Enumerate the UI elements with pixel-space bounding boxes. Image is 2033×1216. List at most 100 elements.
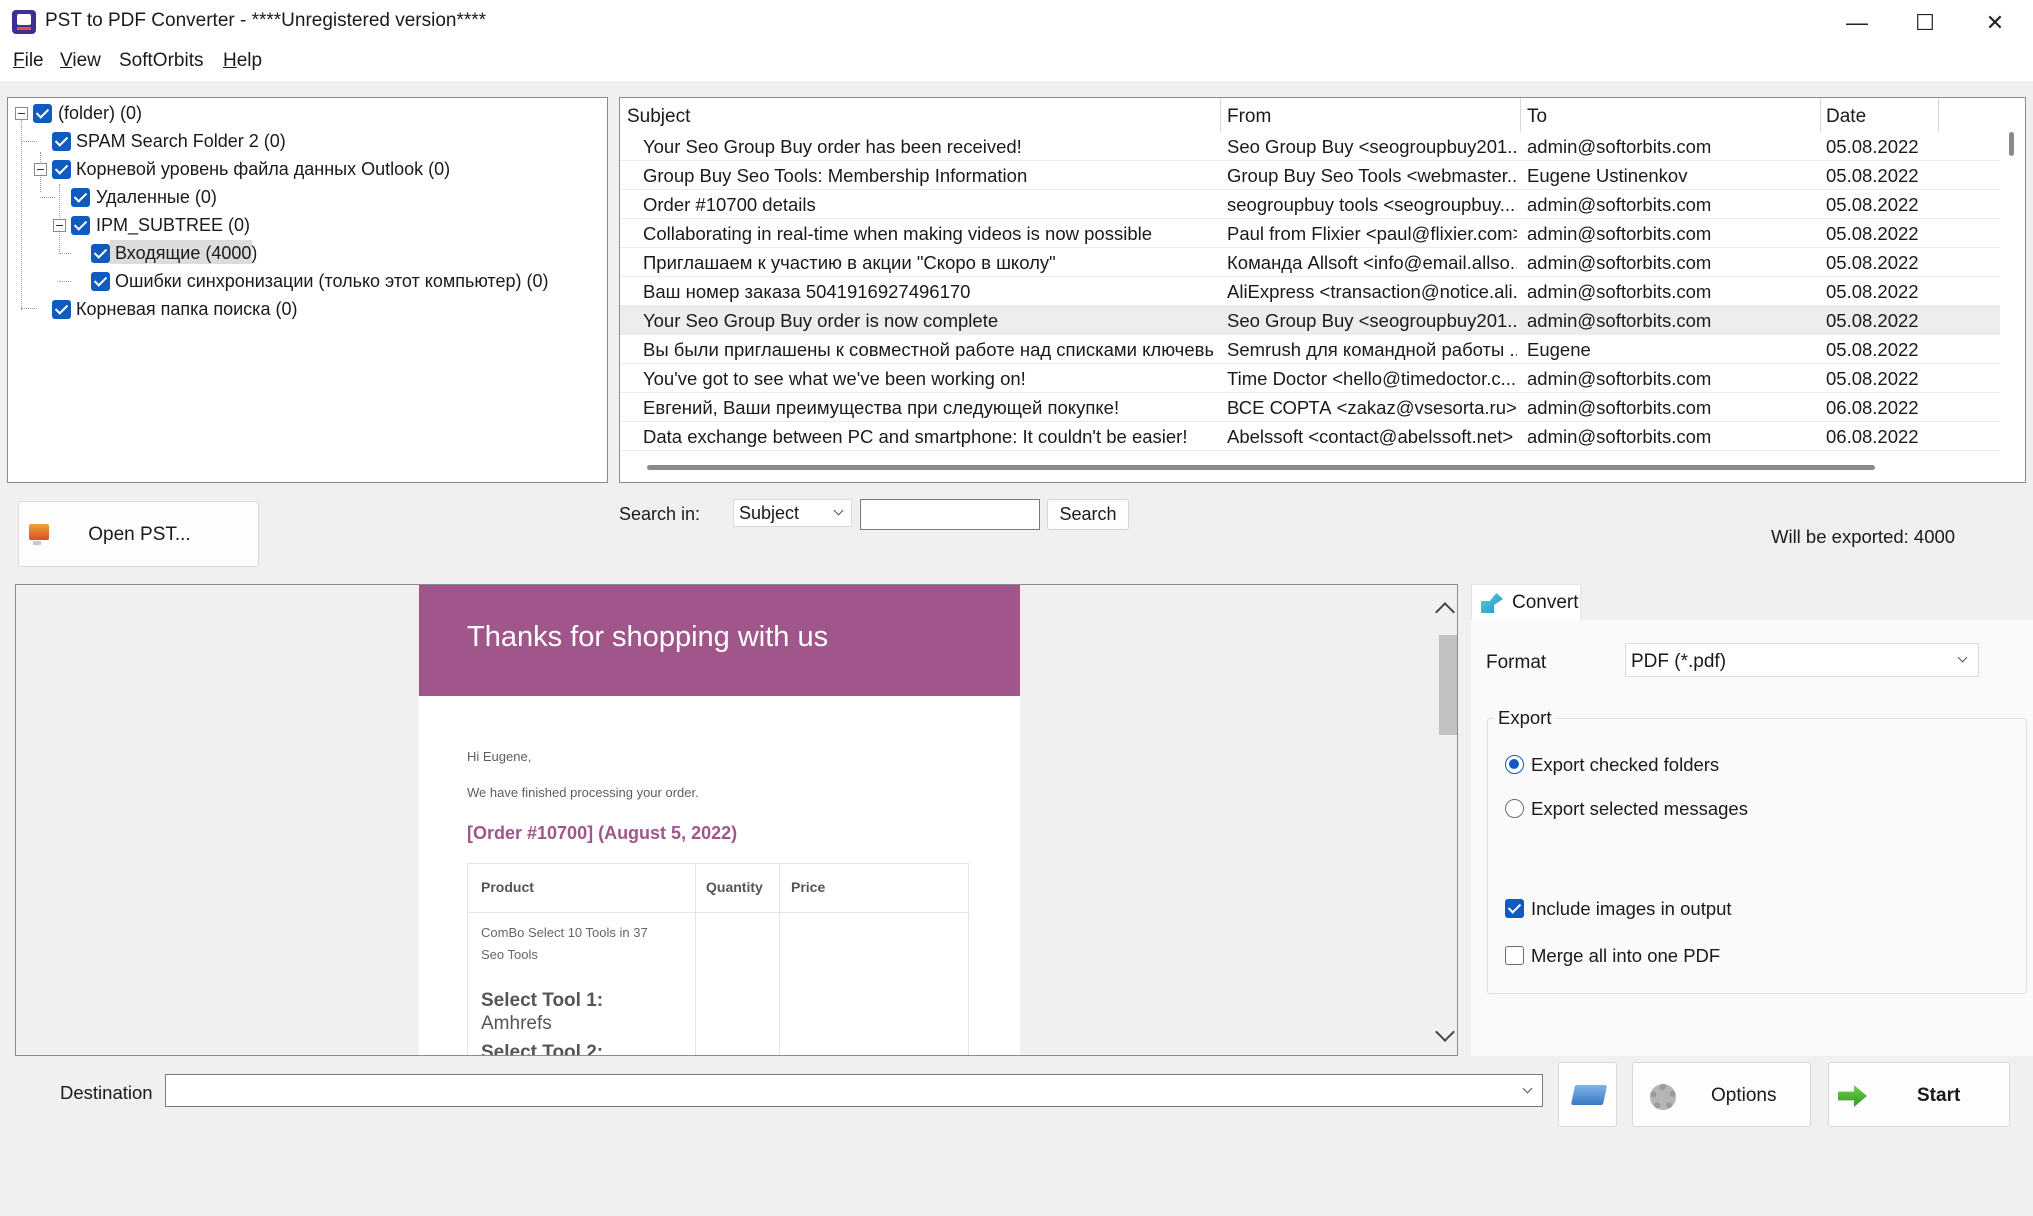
grid-horizontal-scrollbar[interactable] xyxy=(647,465,1875,470)
search-button[interactable]: Search xyxy=(1047,499,1129,530)
tree-checkbox[interactable] xyxy=(52,132,71,151)
menu-file[interactable]: File xyxy=(13,50,44,72)
tree-item-sync-errors[interactable]: Ошибки синхронизации (только этот компью… xyxy=(13,269,593,295)
app-icon xyxy=(12,10,36,34)
to-cell: Eugene xyxy=(1527,339,1591,360)
title-bar: PST to PDF Converter - ****Unregistered … xyxy=(0,0,2033,45)
open-pst-button[interactable]: Open PST... xyxy=(18,501,259,567)
include-images-checkbox[interactable] xyxy=(1505,899,1524,918)
tree-checkbox[interactable] xyxy=(91,272,110,291)
tree-item-root[interactable]: (folder) (0) xyxy=(13,101,593,127)
subject-cell: Евгений, Ваши преимущества при следующей… xyxy=(643,397,1120,418)
tree-item-ipm-subtree[interactable]: IPM_SUBTREE (0) xyxy=(13,213,593,239)
order-product-line: Seo Tools xyxy=(481,947,538,962)
tree-checkbox[interactable] xyxy=(52,160,71,179)
close-button[interactable]: ✕ xyxy=(1960,0,2030,45)
column-header-from[interactable]: From xyxy=(1227,106,1271,128)
email-message: We have finished processing your order. xyxy=(467,785,699,800)
tree-checkbox[interactable] xyxy=(71,216,90,235)
scroll-up-icon[interactable] xyxy=(1435,602,1455,622)
tree-item-label: Ошибки синхронизации (только этот компью… xyxy=(115,271,549,291)
scroll-down-icon[interactable] xyxy=(1435,1022,1455,1042)
date-cell: 05.08.2022 xyxy=(1826,252,1919,273)
table-row[interactable]: Group Buy Seo Tools: Membership Informat… xyxy=(620,161,2000,190)
tab-convert[interactable]: Convert xyxy=(1471,584,1581,620)
collapse-icon[interactable] xyxy=(53,219,66,232)
from-cell: Seo Group Buy <seogroupbuy201... xyxy=(1227,310,1517,331)
merge-all-checkbox[interactable] xyxy=(1505,946,1524,965)
maximize-button[interactable]: ☐ xyxy=(1890,0,1960,45)
options-button[interactable]: Options xyxy=(1632,1062,1811,1127)
table-row[interactable]: Ваш номер заказа 5041916927496170 AliExpr… xyxy=(620,277,2000,306)
preview-scroll-thumb[interactable] xyxy=(1439,635,1457,735)
message-grid[interactable]: Subject From To Date Your Seo Group Buy … xyxy=(619,97,2026,483)
table-row[interactable]: Приглашаем к участию в акции "Скоро в шк… xyxy=(620,248,2000,277)
tree-checkbox[interactable] xyxy=(33,104,52,123)
email-banner: Thanks for shopping with us xyxy=(419,585,1020,696)
message-preview[interactable]: Thanks for shopping with us Hi Eugene, W… xyxy=(15,584,1458,1056)
subject-cell: Your Seo Group Buy order has been receiv… xyxy=(643,136,1022,157)
menu-bar: File View SoftOrbits Help xyxy=(0,45,2033,81)
chevron-down-icon xyxy=(833,505,844,516)
start-button[interactable]: Start xyxy=(1828,1062,2010,1127)
from-cell: Seo Group Buy <seogroupbuy201... xyxy=(1227,136,1517,157)
collapse-icon[interactable] xyxy=(34,163,47,176)
include-images-label[interactable]: Include images in output xyxy=(1531,898,1732,920)
tree-checkbox[interactable] xyxy=(71,188,90,207)
tree-item-inbox[interactable]: Входящие (4000) xyxy=(13,241,593,267)
grid-header: Subject From To Date xyxy=(620,98,2025,132)
format-select[interactable]: PDF (*.pdf) xyxy=(1625,643,1979,677)
tree-item-label: (folder) (0) xyxy=(58,103,143,123)
table-row[interactable]: Евгений, Ваши преимущества при следующей… xyxy=(620,393,2000,422)
grid-vertical-scrollbar[interactable] xyxy=(2009,132,2014,156)
from-cell: Abelssoft <contact@abelssoft.net> xyxy=(1227,426,1514,447)
export-selected-radio[interactable] xyxy=(1505,799,1524,818)
tree-item-search-root[interactable]: Корневая папка поиска (0) xyxy=(13,297,593,323)
from-cell: seogroupbuy tools <seogroupbuy.... xyxy=(1227,194,1517,215)
browse-folder-button[interactable] xyxy=(1558,1062,1617,1127)
tree-item-outlook-root[interactable]: Корневой уровень файла данных Outlook (0… xyxy=(13,157,593,183)
folder-tree[interactable]: (folder) (0) SPAM Search Folder 2 (0) Ко… xyxy=(7,97,608,483)
chevron-down-icon xyxy=(1957,652,1968,663)
to-cell: admin@softorbits.com xyxy=(1527,223,1712,244)
format-value: PDF (*.pdf) xyxy=(1631,651,1727,672)
column-header-subject[interactable]: Subject xyxy=(627,106,690,128)
search-input[interactable] xyxy=(860,499,1040,530)
table-row[interactable]: Order #10700 details seogroupbuy tools <s… xyxy=(620,190,2000,219)
date-cell: 05.08.2022 xyxy=(1826,339,1919,360)
from-cell: AliExpress <transaction@notice.ali... xyxy=(1227,281,1517,302)
subject-cell: Group Buy Seo Tools: Membership Informat… xyxy=(643,165,1028,186)
email-content: Thanks for shopping with us Hi Eugene, W… xyxy=(419,585,1020,1055)
collapse-icon[interactable] xyxy=(15,107,28,120)
table-row[interactable]: Your Seo Group Buy order has been receiv… xyxy=(620,132,2000,161)
export-selected-label[interactable]: Export selected messages xyxy=(1531,798,1748,820)
tree-checkbox[interactable] xyxy=(52,300,71,319)
menu-view[interactable]: View xyxy=(60,50,101,72)
table-row[interactable]: Data exchange between PC and smartphone:… xyxy=(620,422,2000,451)
export-checked-label[interactable]: Export checked folders xyxy=(1531,754,1719,776)
column-header-date[interactable]: Date xyxy=(1826,106,1866,128)
search-field-select[interactable]: Subject xyxy=(733,499,852,527)
from-cell: Time Doctor <hello@timedoctor.c... xyxy=(1227,368,1517,389)
menu-help[interactable]: Help xyxy=(223,50,262,72)
table-row[interactable]: You've got to see what we've been workin… xyxy=(620,364,2000,393)
tree-item-label: Корневой уровень файла данных Outlook (0… xyxy=(76,159,451,179)
open-pst-label: Open PST... xyxy=(88,524,191,545)
table-row[interactable]: Вы были приглашены к совместной работе н… xyxy=(620,335,2000,364)
date-cell: 06.08.2022 xyxy=(1826,426,1919,447)
merge-all-label[interactable]: Merge all into one PDF xyxy=(1531,945,1720,967)
export-checked-radio[interactable] xyxy=(1505,755,1524,774)
preview-scrollbar[interactable] xyxy=(1432,585,1457,1055)
destination-input[interactable] xyxy=(165,1074,1543,1107)
minimize-button[interactable]: — xyxy=(1822,0,1892,45)
tree-item-deleted[interactable]: Удаленные (0) xyxy=(13,185,593,211)
menu-softorbits[interactable]: SoftOrbits xyxy=(119,50,203,72)
destination-label: Destination xyxy=(60,1082,153,1103)
column-header-to[interactable]: To xyxy=(1527,106,1547,128)
subject-cell: Order #10700 details xyxy=(643,194,816,215)
table-row[interactable]: Your Seo Group Buy order is now complete… xyxy=(620,306,2000,335)
tree-item-spam-search[interactable]: SPAM Search Folder 2 (0) xyxy=(13,129,593,155)
order-product-line: ComBo Select 10 Tools in 37 xyxy=(481,925,648,940)
tree-checkbox[interactable] xyxy=(91,244,110,263)
table-row[interactable]: Collaborating in real-time when making v… xyxy=(620,219,2000,248)
